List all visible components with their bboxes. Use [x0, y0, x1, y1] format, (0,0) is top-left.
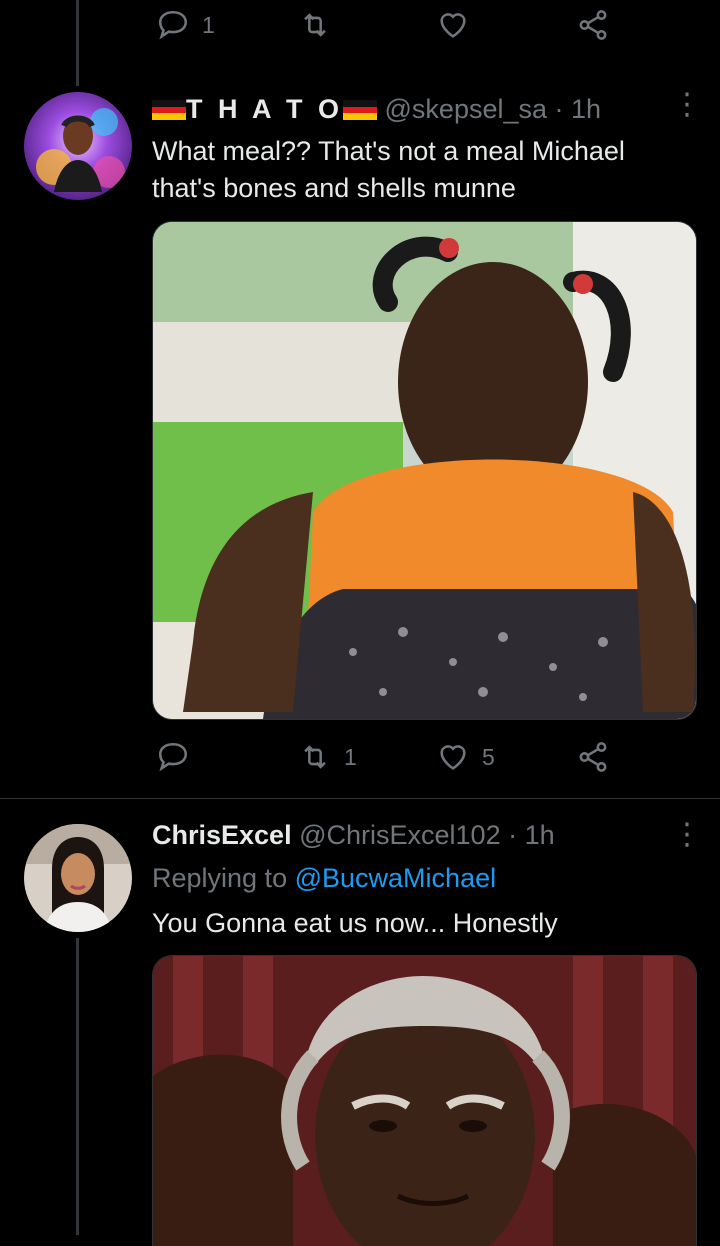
share-button[interactable] — [576, 740, 610, 774]
tweet-time: · 1h — [554, 94, 602, 124]
reply-count: 1 — [202, 11, 215, 38]
user-handle[interactable]: @skepsel_sa — [385, 94, 548, 124]
tweet-image[interactable] — [152, 221, 697, 720]
like-button[interactable]: 5 — [436, 740, 495, 774]
reply-button[interactable]: 1 — [156, 8, 215, 42]
replying-to-link[interactable]: @BucwaMichael — [295, 863, 497, 893]
tweet-text: You Gonna eat us now... Honestly — [152, 908, 558, 938]
avatar[interactable] — [24, 824, 132, 932]
avatar[interactable] — [24, 92, 132, 200]
thread-line-top — [76, 0, 79, 86]
share-button[interactable] — [576, 8, 610, 42]
retweet-button[interactable] — [298, 8, 332, 42]
retweet-icon — [304, 745, 326, 769]
retweet-count: 1 — [344, 743, 357, 770]
user-handle[interactable]: @ChrisExcel102 — [299, 820, 501, 850]
reply-button[interactable] — [156, 740, 190, 774]
thread-line-bottom — [76, 938, 79, 1235]
tweet-header: T H A T O @skepsel_sa · 1h — [152, 94, 601, 125]
retweet-icon — [304, 13, 326, 37]
flag-icon — [152, 100, 186, 120]
tweet-header: ChrisExcel @ChrisExcel102 · 1h — [152, 820, 555, 851]
display-name[interactable]: ChrisExcel — [152, 820, 292, 850]
share-icon — [579, 10, 607, 40]
tweet-time: · 1h — [508, 820, 555, 850]
replying-to: Replying to @BucwaMichael — [152, 863, 497, 893]
flag-icon — [343, 100, 377, 120]
tweet-actions: 1 5 — [152, 740, 622, 780]
tweet-text: What meal?? That's not a meal Michael th… — [152, 136, 625, 203]
like-icon — [440, 745, 466, 770]
tweet-image[interactable] — [152, 955, 697, 1246]
more-icon[interactable]: ⋮ — [672, 90, 702, 120]
retweet-button[interactable]: 1 — [298, 740, 357, 774]
previous-tweet-actions: 1 — [152, 0, 622, 44]
display-name[interactable]: T H A T O — [186, 94, 343, 124]
like-count: 5 — [482, 743, 495, 770]
reply-icon — [158, 10, 188, 40]
share-icon — [579, 742, 607, 772]
like-button[interactable] — [436, 8, 470, 42]
reply-icon — [158, 742, 188, 772]
more-icon[interactable]: ⋮ — [672, 820, 702, 850]
tweet-divider — [0, 798, 720, 799]
like-icon — [440, 13, 466, 38]
